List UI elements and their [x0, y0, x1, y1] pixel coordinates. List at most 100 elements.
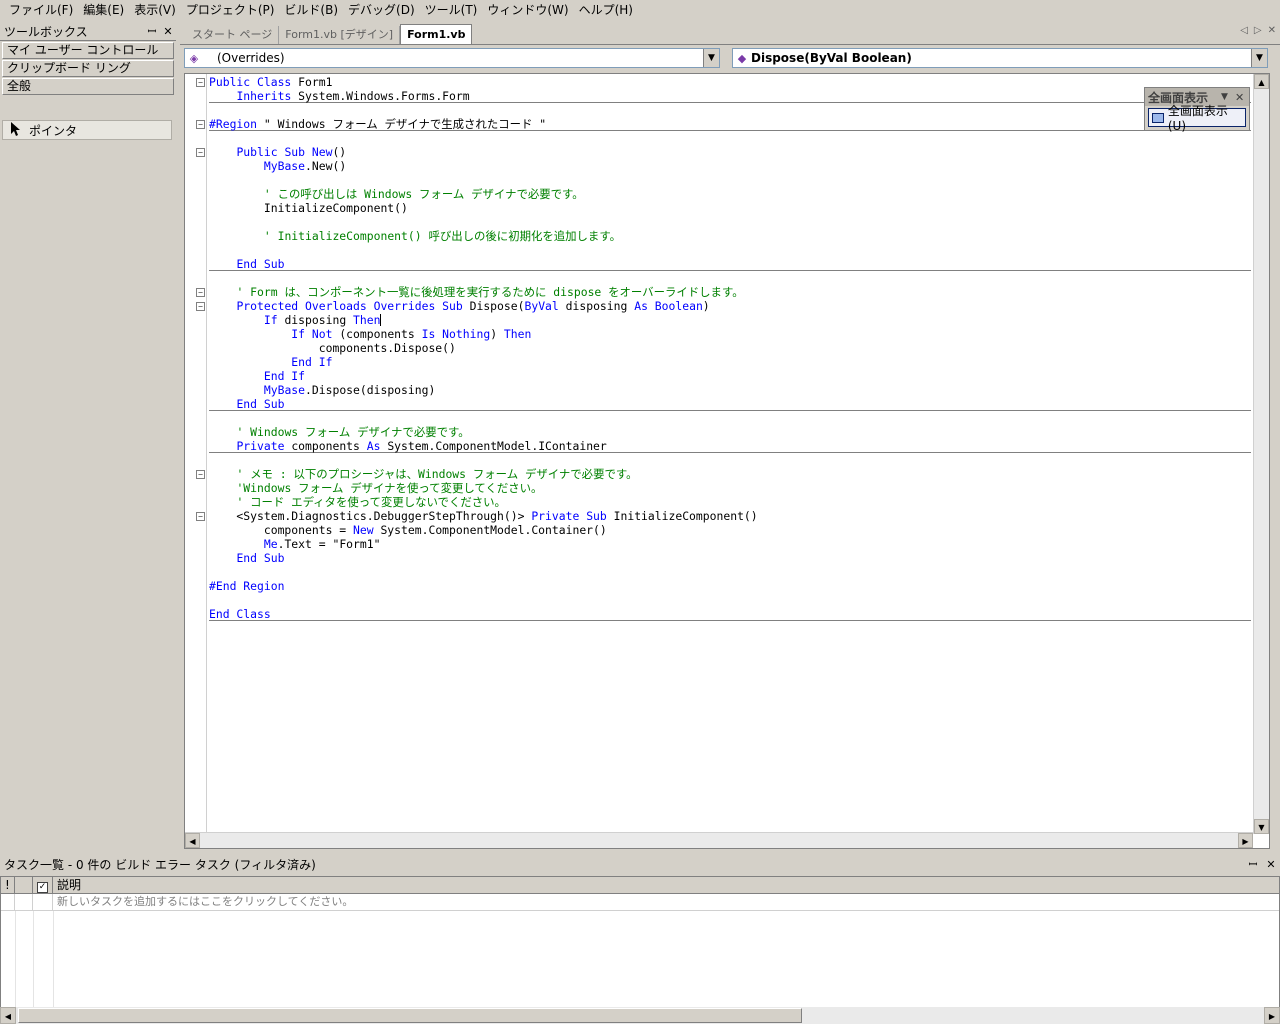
code-line[interactable]: End Sub — [209, 551, 1251, 565]
code-line[interactable]: MyBase.New() — [209, 159, 1251, 173]
scroll-left-button[interactable]: ◀ — [185, 833, 200, 848]
code-line[interactable]: If disposing Then — [209, 313, 1251, 327]
tab-form1-vb[interactable]: Form1.vb — [400, 24, 473, 44]
checked-column-header[interactable]: ✓ — [33, 877, 53, 893]
code-line[interactable]: − Public Sub New() — [196, 145, 1251, 159]
scrollbar-thumb[interactable] — [18, 1008, 802, 1023]
toolbox-section-general[interactable]: 全般 — [2, 78, 174, 95]
menu-item-8[interactable]: ヘルプ(H) — [574, 0, 638, 21]
description-column-header[interactable]: 説明 — [53, 877, 1279, 893]
horizontal-scrollbar[interactable]: ◀ ▶ — [185, 832, 1253, 848]
code-line[interactable]: If Not (components Is Nothing) Then — [209, 327, 1251, 341]
pin-icon[interactable]: ꟷ — [1244, 857, 1262, 872]
code-line[interactable]: 'Windows フォーム デザイナを使って変更してください。 — [209, 481, 1251, 495]
code-line[interactable] — [209, 453, 1251, 467]
menu-item-7[interactable]: ウィンドウ(W) — [482, 0, 573, 21]
code-keyword: #Region — [209, 117, 264, 131]
code-line[interactable] — [209, 565, 1251, 579]
collapse-icon[interactable]: − — [196, 120, 205, 129]
code-line[interactable] — [209, 215, 1251, 229]
code-line[interactable] — [209, 271, 1251, 285]
pin-icon[interactable]: ꟷ — [144, 24, 160, 39]
code-line[interactable]: ' コード エディタを使って変更しないでください。 — [209, 495, 1251, 509]
collapse-icon[interactable]: − — [196, 78, 205, 87]
close-icon[interactable]: ✕ — [1262, 858, 1280, 871]
vertical-scrollbar[interactable]: ▲ ▼ — [1253, 74, 1269, 834]
new-task-hint[interactable]: 新しいタスクを追加するにはここをクリックしてください。 — [53, 894, 1279, 910]
code-line[interactable] — [209, 593, 1251, 607]
toolbox-item-pointer[interactable]: ポインタ — [2, 120, 172, 140]
code-line[interactable]: InitializeComponent() — [209, 201, 1251, 215]
scroll-right-button[interactable]: ▶ — [1238, 833, 1253, 848]
code-line[interactable]: End If — [209, 369, 1251, 383]
code-line[interactable]: End Sub — [209, 397, 1251, 411]
code-line[interactable]: MyBase.Dispose(disposing) — [209, 383, 1251, 397]
menu-item-6[interactable]: ツール(T) — [420, 0, 483, 21]
menu-item-4[interactable]: ビルド(B) — [279, 0, 343, 21]
fullscreen-button[interactable]: 全画面表示(U) — [1148, 104, 1246, 133]
collapse-icon[interactable]: − — [196, 512, 205, 521]
task-list-horizontal-scrollbar[interactable]: ◀ ▶ — [0, 1007, 1280, 1024]
collapse-icon[interactable]: − — [196, 148, 205, 157]
code-line[interactable] — [209, 411, 1251, 425]
code-line[interactable] — [209, 173, 1251, 187]
code-line[interactable]: #End Region — [209, 579, 1251, 593]
code-line[interactable]: ' InitializeComponent() 呼び出しの後に初期化を追加します… — [209, 229, 1251, 243]
code-line[interactable]: Private components As System.ComponentMo… — [209, 439, 1251, 453]
scroll-left-button[interactable]: ◀ — [0, 1007, 16, 1024]
scroll-down-button[interactable]: ▼ — [1254, 819, 1269, 834]
code-line[interactable]: − <System.Diagnostics.DebuggerStepThroug… — [196, 509, 1251, 523]
menu-item-2[interactable]: 表示(V) — [129, 0, 181, 21]
menu-item-5[interactable]: デバッグ(D) — [343, 0, 420, 21]
menu-item-1[interactable]: 編集(E) — [78, 0, 129, 21]
chevron-down-icon[interactable]: ▼ — [1221, 92, 1235, 102]
code-line[interactable]: ' この呼び出しは Windows フォーム デザイナで必要です。 — [209, 187, 1251, 201]
code-line[interactable]: components = New System.ComponentModel.C… — [209, 523, 1251, 537]
code-line[interactable] — [209, 243, 1251, 257]
method-name-dropdown[interactable]: ◆ Dispose(ByVal Boolean) ▼ — [732, 48, 1268, 68]
menu-item-0[interactable]: ファイル(F) — [4, 0, 78, 21]
code-line[interactable]: End If — [209, 355, 1251, 369]
chevron-down-icon[interactable]: ▼ — [1251, 49, 1267, 67]
collapse-icon[interactable]: − — [196, 470, 205, 479]
toolbox-section-user-controls[interactable]: マイ ユーザー コントロール — [2, 42, 174, 59]
code-line[interactable]: − Public Class Form1 — [196, 75, 1251, 89]
toolbox-title: ツールボックス — [4, 25, 88, 39]
code-line[interactable]: − Protected Overloads Overrides Sub Disp… — [196, 299, 1251, 313]
code-line[interactable]: ' Windows フォーム デザイナで必要です。 — [209, 425, 1251, 439]
menu-item-3[interactable]: プロジェクト(P) — [181, 0, 280, 21]
code-line[interactable]: Inherits System.Windows.Forms.Form — [209, 89, 1251, 103]
code-text[interactable]: − Public Class Form1 Inherits System.Wind… — [196, 75, 1251, 621]
code-line[interactable]: End Sub — [209, 257, 1251, 271]
scroll-up-button[interactable]: ▲ — [1254, 74, 1269, 89]
code-token: components = — [209, 523, 354, 537]
type-column-header[interactable] — [15, 877, 33, 893]
code-line[interactable]: End Class — [209, 607, 1251, 621]
scroll-left-icon[interactable]: ◁ — [1240, 25, 1248, 36]
scroll-right-icon[interactable]: ▷ — [1254, 25, 1262, 36]
class-name-dropdown[interactable]: ◈ (Overrides) ▼ — [184, 48, 720, 68]
code-line[interactable]: components.Dispose() — [209, 341, 1251, 355]
close-document-icon[interactable]: ✕ — [1268, 25, 1276, 36]
tab-form1-design[interactable]: Form1.vb [デザイン] — [279, 26, 401, 44]
code-line[interactable] — [209, 131, 1251, 145]
code-line[interactable]: − ' メモ : 以下のプロシージャは、Windows フォーム デザイナで必要… — [196, 467, 1251, 481]
chevron-down-icon[interactable]: ▼ — [703, 49, 719, 67]
toolbox-section-clipboard-ring[interactable]: クリップボード リング — [2, 60, 174, 77]
code-line[interactable]: Me.Text = "Form1" — [209, 537, 1251, 551]
collapse-icon[interactable]: − — [196, 302, 205, 311]
code-token: Dispose( — [469, 299, 525, 313]
close-icon[interactable]: ✕ — [160, 25, 176, 38]
code-editor[interactable]: − Public Class Form1 Inherits System.Wind… — [184, 73, 1270, 849]
code-line[interactable]: − ' Form は、コンポーネント一覧に後処理を実行するために dispose… — [196, 285, 1251, 299]
scroll-right-button[interactable]: ▶ — [1264, 1007, 1280, 1024]
new-task-row[interactable]: 新しいタスクを追加するにはここをクリックしてください。 — [1, 894, 1279, 911]
collapse-icon[interactable]: − — [196, 288, 205, 297]
tab-start-page[interactable]: スタート ページ — [186, 26, 280, 44]
code-line[interactable] — [209, 103, 1251, 117]
code-line[interactable]: − #Region " Windows フォーム デザイナで生成されたコード " — [196, 117, 1251, 131]
priority-column-header[interactable]: ! — [1, 877, 15, 893]
